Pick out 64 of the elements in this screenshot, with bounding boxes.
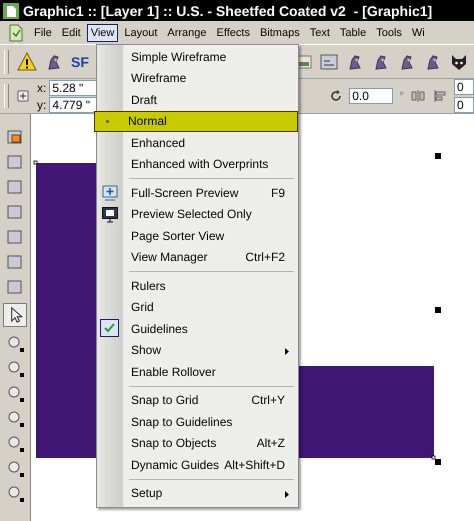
- position-icon: [15, 88, 31, 104]
- node-handle[interactable]: [34, 160, 38, 164]
- x-label: x:: [37, 80, 46, 94]
- menu-item[interactable]: Wireframe: [97, 68, 298, 89]
- cat-face-icon[interactable]: [450, 52, 468, 70]
- menu-bar-item[interactable]: Wi: [408, 24, 429, 42]
- shortcut-label: Ctrl+F2: [245, 250, 285, 264]
- number-field[interactable]: 0: [454, 97, 474, 113]
- menu-bar-item[interactable]: Table: [336, 24, 370, 42]
- menu-item[interactable]: Page Sorter View: [97, 225, 298, 246]
- menu-item[interactable]: Snap to Guidelines: [97, 411, 298, 432]
- menu-item[interactable]: Grid: [97, 296, 298, 318]
- menu-item[interactable]: Full-Screen Preview F9: [97, 182, 298, 204]
- shortcut-label: Ctrl+Y: [251, 393, 285, 408]
- node-handle[interactable]: [432, 456, 436, 460]
- menu-item[interactable]: Draft: [97, 89, 298, 110]
- selection-handle[interactable]: [435, 153, 441, 159]
- selection-handle[interactable]: [435, 459, 441, 465]
- menu-item[interactable]: Rulers: [97, 275, 298, 296]
- menu-item[interactable]: Simple Wireframe: [97, 46, 298, 68]
- number-field[interactable]: 0: [454, 79, 474, 95]
- document-icon[interactable]: [8, 24, 24, 42]
- shortcut-label: Alt+Z: [256, 436, 285, 450]
- align-icon[interactable]: [432, 88, 448, 104]
- menu-bar-item[interactable]: File: [30, 24, 56, 42]
- angle-field[interactable]: 0.0: [349, 88, 394, 104]
- submenu-arrow-icon: [285, 490, 289, 498]
- y-field[interactable]: 4.779 ": [49, 96, 98, 112]
- menu-item[interactable]: Setup: [97, 482, 298, 504]
- menu-bar-item[interactable]: View: [86, 24, 118, 42]
- window-title: Graphic1 :: [Layer 1] :: U.S. - Sheetfed Coated v2 - [Graphic1]: [23, 2, 432, 18]
- menu-bar-item[interactable]: Layout: [120, 24, 162, 42]
- menu-bar-item[interactable]: Tools: [372, 24, 406, 42]
- menu-item[interactable]: View Manager Ctrl+F2: [97, 246, 298, 268]
- menu-bar-item[interactable]: Bitmaps: [256, 24, 304, 42]
- selection-handle[interactable]: [435, 307, 441, 313]
- menu-item[interactable]: Preview Selected Only: [97, 204, 298, 225]
- submenu-arrow-icon: [285, 348, 289, 354]
- menu-item[interactable]: Guidelines: [97, 318, 298, 340]
- menu-item[interactable]: Enhanced with Overprints: [97, 154, 298, 175]
- shortcut-label: Alt+Shift+D: [224, 458, 285, 472]
- monitor-icon: [101, 206, 119, 224]
- app-icon: [3, 2, 19, 18]
- menu-bar-item[interactable]: Effects: [212, 24, 254, 42]
- rotate-icon: [329, 89, 344, 103]
- menu-item[interactable]: Enhanced: [97, 132, 298, 154]
- menu-item[interactable]: Normal: [94, 110, 298, 132]
- menu-item[interactable]: Dynamic Guides Alt+Shift+D: [97, 454, 298, 476]
- degree-label: °: [399, 89, 404, 103]
- menu-bar-item[interactable]: Edit: [58, 24, 85, 42]
- toolbar-label[interactable]: SF: [71, 54, 89, 70]
- menu-item[interactable]: Show: [97, 340, 298, 361]
- menu-item[interactable]: Enable Rollover: [97, 361, 298, 382]
- y-label: y:: [37, 98, 46, 112]
- shortcut-label: F9: [270, 186, 285, 200]
- pointer-icon[interactable]: [3, 303, 27, 327]
- menu-item[interactable]: Snap to Objects Alt+Z: [97, 432, 298, 454]
- menu-bar-item[interactable]: Text: [306, 24, 334, 42]
- fullscreen-preview-icon: [101, 184, 119, 202]
- menu-bar-item[interactable]: Arrange: [163, 24, 211, 42]
- menu-item[interactable]: Snap to Grid Ctrl+Y: [97, 390, 298, 411]
- warning-icon[interactable]: [17, 52, 37, 72]
- x-field[interactable]: 5.28 ": [49, 80, 98, 96]
- mirror-icon[interactable]: [410, 88, 426, 104]
